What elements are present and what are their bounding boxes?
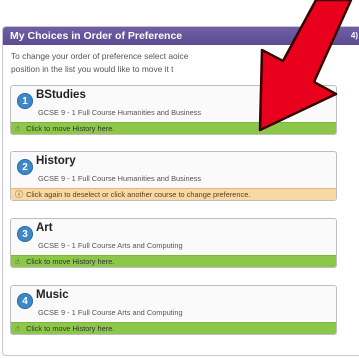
instructions-line-1b: oice (173, 51, 189, 61)
choice-card-body[interactable]: 2 History GCSE 9 - 1 Full Course Humanit… (11, 152, 336, 188)
move-here-bar[interactable]: ☝ Click to move History here. (11, 122, 336, 134)
info-icon: ⓘ (15, 190, 23, 199)
course-subtitle: GCSE 9 - 1 Full Course Humanities and Bu… (38, 174, 202, 183)
instructions: To change your order of preference selec… (11, 50, 352, 76)
panel-title: My Choices in Order of Preference (10, 30, 183, 42)
move-here-bar[interactable]: ☝ Click to move History here. (11, 322, 336, 334)
course-title: Art (36, 222, 53, 234)
choice-count: 4) (350, 31, 358, 40)
course-title: Music (36, 289, 69, 301)
choice-card-art[interactable]: 3 Art GCSE 9 - 1 Full Course Arts and Co… (10, 218, 337, 268)
choice-card-bstudies[interactable]: 1 BStudies GCSE 9 - 1 Full Course Humani… (10, 85, 337, 135)
choice-card-body[interactable]: 3 Art GCSE 9 - 1 Full Course Arts and Co… (11, 219, 336, 255)
panel-header: My Choices in Order of Preference 4) (3, 27, 359, 45)
hand-pointer-icon: ☝ (15, 324, 20, 333)
move-here-label: Click to move History here. (26, 124, 115, 133)
preference-number-badge: 1 (17, 93, 33, 109)
course-title: History (36, 155, 76, 167)
instructions-line-1: To change your order of preference selec… (11, 51, 174, 61)
selected-course-bar[interactable]: ⓘ Click again to deselect or click anoth… (11, 188, 336, 200)
preference-number-badge: 4 (17, 293, 33, 309)
move-here-label: Click to move History here. (26, 257, 115, 266)
course-subtitle: GCSE 9 - 1 Full Course Arts and Computin… (38, 241, 183, 250)
preference-number-badge: 3 (17, 226, 33, 242)
choice-card-music[interactable]: 4 Music GCSE 9 - 1 Full Course Arts and … (10, 285, 337, 335)
choice-card-body[interactable]: 4 Music GCSE 9 - 1 Full Course Arts and … (11, 286, 336, 322)
course-subtitle: GCSE 9 - 1 Full Course Humanities and Bu… (38, 108, 202, 117)
move-here-bar[interactable]: ☝ Click to move History here. (11, 255, 336, 267)
hand-pointer-icon: ☝ (15, 257, 20, 266)
course-subtitle: GCSE 9 - 1 Full Course Arts and Computin… (38, 308, 183, 317)
choice-card-body[interactable]: 1 BStudies GCSE 9 - 1 Full Course Humani… (11, 86, 336, 122)
instructions-line-2: position in the list you would like to m… (11, 64, 174, 74)
course-title: BStudies (36, 89, 86, 101)
move-here-label: Click to move History here. (26, 324, 115, 333)
hand-pointer-icon: ☝ (15, 124, 20, 133)
selected-course-label: Click again to deselect or click another… (26, 190, 251, 199)
choices-panel: My Choices in Order of Preference 4) To … (2, 26, 359, 356)
preference-number-badge: 2 (17, 159, 33, 175)
choice-card-history[interactable]: 2 History GCSE 9 - 1 Full Course Humanit… (10, 151, 337, 201)
